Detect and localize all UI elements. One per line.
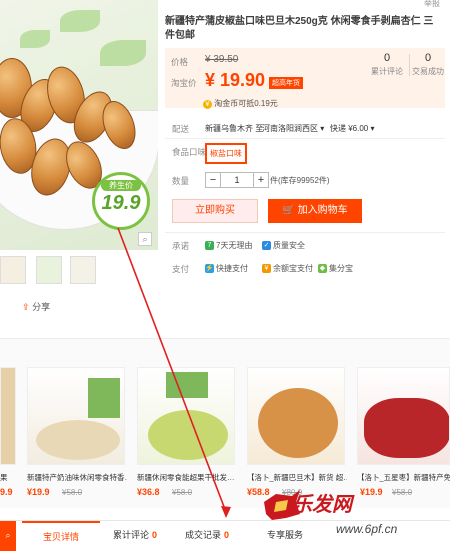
search-icon[interactable]: ⌕: [0, 521, 16, 551]
seven-days-icon: 7: [205, 241, 214, 250]
tab-details[interactable]: 宝贝详情: [22, 521, 100, 551]
promise-text: 质量安全: [273, 241, 305, 250]
tab-label: 专享服务: [266, 530, 303, 540]
thumbnail[interactable]: [36, 256, 62, 284]
shield-icon: ✓: [262, 241, 271, 250]
buy-now-button[interactable]: 立即购买: [172, 199, 258, 223]
badge-label: 养生价: [101, 180, 141, 191]
tab-transactions[interactable]: 成交记录 0: [172, 521, 242, 551]
share-icon: ⇪: [22, 302, 30, 312]
recommend-price: ¥19.9: [360, 487, 383, 497]
stat-label: 累计评论: [371, 67, 403, 76]
yuebao-icon: ¥: [262, 264, 271, 273]
delivery-label: 配送: [172, 124, 190, 134]
price-badge: 养生价 19.9: [92, 172, 150, 230]
recommend-image[interactable]: [247, 367, 345, 465]
recommend-image[interactable]: [357, 367, 450, 465]
promo-price: ¥ 19.90: [205, 70, 266, 90]
quantity-minus-button[interactable]: −: [205, 172, 221, 188]
tab-label: 累计评论: [112, 530, 149, 540]
payment-text: 快捷支付: [216, 264, 248, 273]
add-to-cart-label: 加入购物车: [297, 205, 348, 216]
add-to-cart-button[interactable]: 🛒 加入购物车: [268, 199, 362, 223]
recommend-price: ¥19.9: [27, 487, 50, 497]
stat-value: 0: [383, 52, 391, 64]
report-link[interactable]: 举报: [424, 0, 440, 9]
recommend-name[interactable]: 【洛卜_五星枣】新疆特产免…: [357, 472, 450, 483]
promo-tag: 超高年货: [269, 77, 303, 89]
coin-icon: ¥: [203, 100, 212, 109]
badge-price: 19.9: [101, 192, 141, 214]
stat-label: 交易成功: [412, 67, 444, 76]
recommend-strip: 果 9.9 新疆特产奶油味休闲零食特香… ¥19.9 ¥58.0 新疆休闲零食能…: [0, 338, 450, 508]
recommend-name[interactable]: 新疆特产奶油味休闲零食特香…: [27, 472, 127, 483]
promise-text: 7天无理由: [216, 241, 253, 250]
thumbnail[interactable]: [70, 256, 96, 284]
recommend-price: ¥36.8: [137, 487, 160, 497]
stat-sales[interactable]: 0 交易成功: [411, 52, 445, 77]
watermark-text: 乐发网: [292, 492, 352, 516]
cart-icon: 🛒: [282, 205, 295, 216]
payment-item[interactable]: ⚡ 快捷支付: [205, 263, 248, 274]
quantity-plus-button[interactable]: +: [253, 172, 269, 188]
flavor-label: 食品口味: [172, 147, 207, 157]
promise-label: 承诺: [172, 241, 190, 251]
shipping-select[interactable]: 快递 ¥6.00 ▾: [330, 123, 374, 134]
jifenbao-icon: ◆: [318, 264, 327, 273]
quantity-label: 数量: [172, 176, 190, 186]
quantity-input[interactable]: 1: [221, 172, 253, 188]
coin-text: 淘金币可抵0.19元: [214, 99, 278, 108]
coin-info: ¥ 淘金币可抵0.19元: [203, 98, 278, 109]
quick-pay-icon: ⚡: [205, 264, 214, 273]
payment-item[interactable]: ¥ 余额宝支付: [262, 263, 313, 274]
delivery-to-select[interactable]: 河南洛阳涧西区 ▾: [262, 123, 324, 134]
price-label: 价格: [171, 57, 189, 67]
product-main-image: 养生价 19.9: [0, 0, 158, 250]
share-label: 分享: [32, 302, 51, 312]
delivery-from: 新疆乌鲁木齐 至: [205, 124, 264, 133]
payment-label: 支付: [172, 264, 190, 274]
product-title: 新疆特产蒲皮椒盐口味巴旦木250g克 休闲零食手剥扁杏仁 三件包邮: [165, 16, 434, 41]
tab-label: 成交记录: [184, 530, 221, 540]
recommend-name[interactable]: 新疆休闲零食能超果干批发…: [137, 472, 237, 483]
zoom-icon[interactable]: ⌕: [138, 232, 152, 246]
recommend-image[interactable]: [137, 367, 235, 465]
watermark-url: www.6pf.cn: [336, 522, 398, 536]
thumbnail[interactable]: [0, 256, 26, 284]
tab-label: 宝贝详情: [42, 532, 79, 542]
tab-count: 0: [152, 530, 158, 540]
promise-item[interactable]: ✓ 质量安全: [262, 240, 305, 251]
promise-item[interactable]: 7 7天无理由: [205, 240, 252, 251]
recommend-orig-price: ¥58.0: [172, 488, 193, 497]
tab-count: 0: [224, 530, 230, 540]
recommend-name[interactable]: 【洛卜_新疆巴旦木】新货 超…: [247, 472, 347, 483]
share-button[interactable]: ⇪ 分享: [22, 300, 50, 313]
payment-text: 集分宝: [329, 264, 353, 273]
recommend-orig-price: ¥58.0: [392, 488, 413, 497]
edge-price: 9.9: [0, 487, 13, 497]
tab-reviews[interactable]: 累计评论 0: [102, 521, 168, 551]
flavor-option[interactable]: 椒盐口味: [205, 143, 247, 164]
recommend-edge-image[interactable]: [0, 367, 16, 465]
original-price: ¥ 39.50: [205, 54, 239, 65]
recommend-orig-price: ¥58.0: [62, 488, 83, 497]
stat-value: 0: [424, 52, 432, 64]
stat-reviews[interactable]: 0 累计评论: [365, 52, 409, 77]
promo-label: 淘宝价: [171, 78, 197, 88]
edge-name: 果: [0, 473, 8, 482]
payment-text: 余额宝支付: [273, 264, 313, 273]
tab-service[interactable]: 专享服务: [250, 521, 320, 551]
recommend-image[interactable]: [27, 367, 125, 465]
payment-item[interactable]: ◆ 集分宝: [318, 263, 353, 274]
stock-info: 件(库存99952件): [270, 176, 330, 185]
